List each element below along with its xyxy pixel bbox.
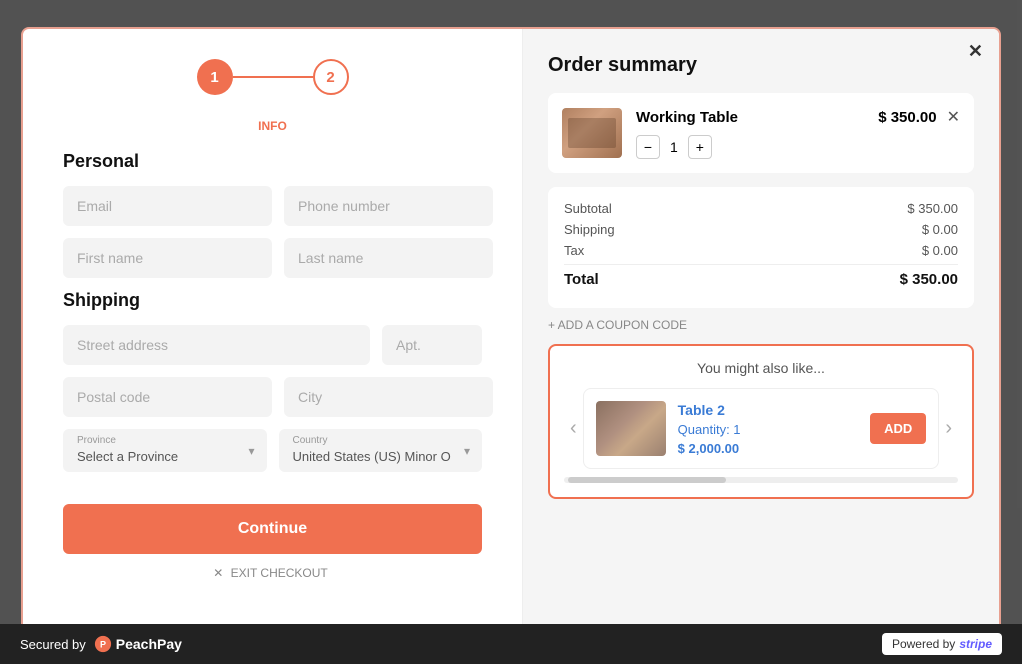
peachpay-icon: P — [94, 635, 112, 653]
step-2[interactable]: 2 — [313, 59, 349, 95]
subtotal-row: Subtotal $ 350.00 — [564, 201, 958, 216]
qty-control: − 1 + — [636, 135, 960, 159]
province-wrapper: Province Select a Province ▾ — [63, 429, 267, 472]
qty-value: 1 — [670, 139, 678, 155]
tax-row: Tax $ 0.00 — [564, 243, 958, 258]
qty-increase-button[interactable]: + — [688, 135, 712, 159]
step-connector — [233, 76, 313, 78]
upsell-inner: ‹ Table 2 Quantity: 1 $ 2,000.00 ADD › — [564, 388, 958, 469]
phone-field[interactable] — [284, 186, 493, 226]
email-field[interactable] — [63, 186, 272, 226]
working-table-image — [562, 108, 622, 158]
upsell-item-thumbnail — [596, 401, 666, 456]
step-1[interactable]: 1 — [197, 59, 233, 95]
province-label: Province — [77, 435, 116, 446]
continue-button[interactable]: Continue — [63, 504, 482, 554]
city-field[interactable] — [284, 377, 493, 417]
upsell-item-qty: Quantity: 1 — [678, 422, 858, 437]
upsell-card: You might also like... ‹ Table 2 Quantit… — [548, 344, 974, 499]
totals-section: Subtotal $ 350.00 Shipping $ 0.00 Tax $ … — [548, 187, 974, 308]
checkout-modal: 1 2 INFO Personal Shipping — [21, 27, 1001, 637]
street-row — [63, 325, 482, 365]
apt-field[interactable] — [382, 325, 482, 365]
country-wrapper: Country United States (US) Minor O ▾ — [279, 429, 483, 472]
upsell-add-button[interactable]: ADD — [870, 413, 926, 444]
close-button[interactable]: ✕ — [968, 41, 983, 62]
shipping-value: $ 0.00 — [922, 222, 958, 237]
item-name: Working Table — [636, 109, 878, 126]
order-item-details: Working Table $ 350.00 ✕ − 1 + — [636, 107, 960, 159]
upsell-scrollbar-thumb — [568, 477, 726, 483]
exit-x-icon: ✕ — [213, 566, 223, 580]
form-panel: 1 2 INFO Personal Shipping — [23, 29, 523, 635]
name-row — [63, 238, 482, 278]
upsell-item-price: $ 2,000.00 — [678, 441, 858, 456]
powered-by-stripe: Powered by stripe — [882, 633, 1002, 655]
personal-section-title: Personal — [63, 151, 482, 172]
secured-by-label: Secured by P PeachPay — [20, 635, 182, 653]
svg-text:P: P — [100, 640, 106, 650]
item-thumbnail — [562, 108, 622, 158]
qty-decrease-button[interactable]: − — [636, 135, 660, 159]
table2-image — [596, 401, 666, 456]
total-value: $ 350.00 — [900, 271, 958, 288]
peachpay-logo: P PeachPay — [94, 635, 182, 653]
postal-city-row — [63, 377, 482, 417]
upsell-prev-button[interactable]: ‹ — [564, 413, 583, 444]
street-field[interactable] — [63, 325, 370, 365]
total-row: Total $ 350.00 — [564, 264, 958, 288]
secured-text: Secured by — [20, 637, 86, 652]
tax-value: $ 0.00 — [922, 243, 958, 258]
email-phone-row — [63, 186, 482, 226]
upsell-item: Table 2 Quantity: 1 $ 2,000.00 ADD — [583, 388, 940, 469]
country-label: Country — [293, 435, 328, 446]
shipping-row: Shipping $ 0.00 — [564, 222, 958, 237]
subtotal-label: Subtotal — [564, 201, 612, 216]
order-summary-panel: ✕ Order summary Working Table $ 350.00 ✕… — [523, 29, 999, 635]
exit-checkout-link[interactable]: ✕ EXIT CHECKOUT — [63, 566, 482, 580]
tax-label: Tax — [564, 243, 584, 258]
step-info-label: INFO — [258, 119, 287, 133]
powered-text: Powered by — [892, 637, 955, 651]
province-country-row: Province Select a Province ▾ Country Uni… — [63, 429, 482, 472]
stepper: 1 2 INFO — [63, 59, 482, 141]
subtotal-value: $ 350.00 — [907, 201, 958, 216]
order-item-card: Working Table $ 350.00 ✕ − 1 + — [548, 93, 974, 173]
order-summary-title: Order summary — [548, 54, 974, 77]
upsell-next-button[interactable]: › — [939, 413, 958, 444]
item-remove-button[interactable]: ✕ — [947, 107, 960, 127]
postal-field[interactable] — [63, 377, 272, 417]
upsell-item-name: Table 2 — [678, 402, 858, 418]
coupon-link[interactable]: + ADD A COUPON CODE — [548, 318, 974, 332]
stripe-logo-text: stripe — [959, 637, 992, 651]
upsell-item-info: Table 2 Quantity: 1 $ 2,000.00 — [678, 402, 858, 456]
upsell-title: You might also like... — [564, 360, 958, 376]
firstname-field[interactable] — [63, 238, 272, 278]
shipping-label: Shipping — [564, 222, 615, 237]
total-label: Total — [564, 271, 599, 288]
item-price: $ 350.00 — [878, 109, 936, 126]
upsell-scrollbar[interactable] — [564, 477, 958, 483]
lastname-field[interactable] — [284, 238, 493, 278]
bottom-bar: Secured by P PeachPay Powered by stripe — [0, 624, 1022, 664]
shipping-section-title: Shipping — [63, 290, 482, 311]
